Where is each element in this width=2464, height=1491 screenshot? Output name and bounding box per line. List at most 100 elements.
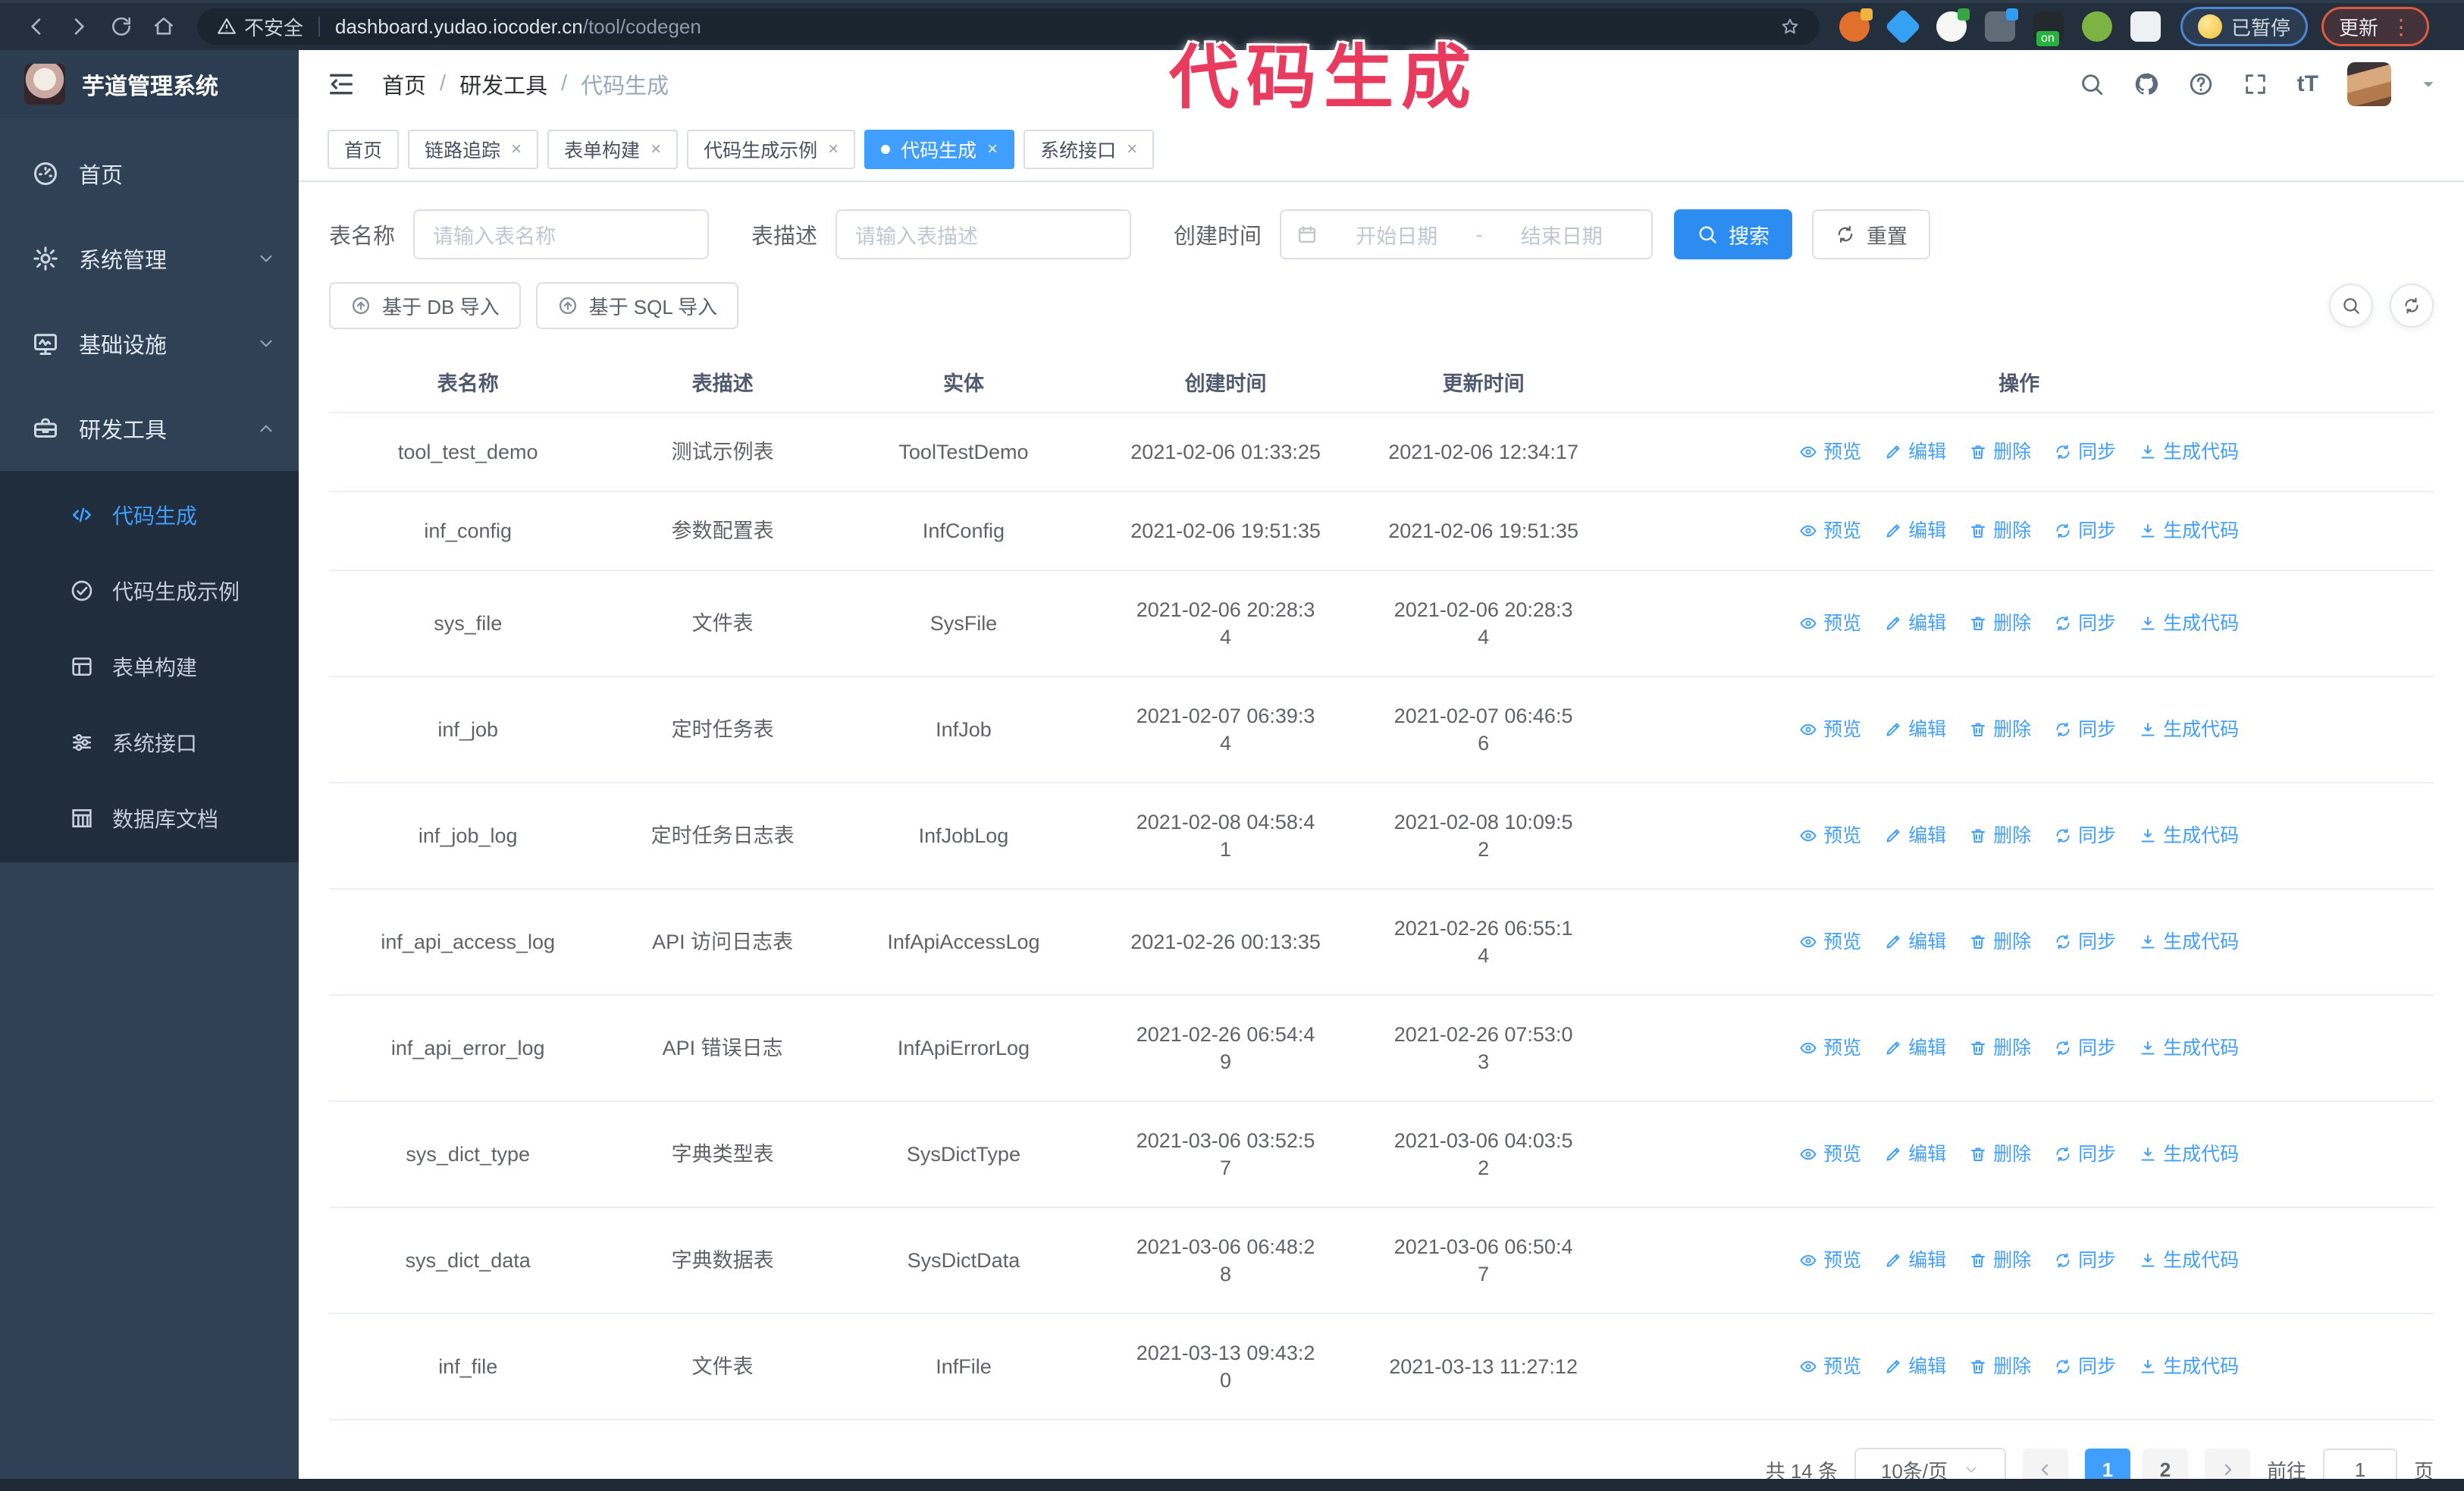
action-edit[interactable]: 编辑 (1884, 928, 1946, 956)
extension-orange-icon[interactable] (1839, 8, 1873, 42)
browser-back-icon[interactable] (15, 7, 58, 46)
submenu-item-codegen-example[interactable]: 代码生成示例 (0, 553, 299, 629)
action-preview[interactable]: 预览 (1799, 1353, 1861, 1380)
action-preview[interactable]: 预览 (1799, 1034, 1861, 1062)
tab-tracing[interactable]: 链路追踪 × (408, 129, 539, 169)
action-preview[interactable]: 预览 (1799, 928, 1861, 956)
action-preview[interactable]: 预览 (1799, 438, 1861, 466)
action-delete[interactable]: 删除 (1969, 822, 2031, 849)
submenu-item-db-doc[interactable]: 数据库文档 (0, 780, 299, 856)
tab-home[interactable]: 首页 (328, 129, 400, 169)
extension-gem-icon[interactable] (1884, 8, 1922, 46)
sidebar-item-infra[interactable]: 基础设施 (0, 301, 299, 386)
extension-robot-icon[interactable] (2082, 11, 2112, 42)
table-desc-input[interactable]: 请输入表描述 (835, 209, 1132, 259)
action-sync[interactable]: 同步 (2054, 610, 2116, 637)
help-icon[interactable] (2188, 71, 2214, 97)
action-sync[interactable]: 同步 (2054, 1353, 2116, 1380)
action-delete[interactable]: 删除 (1969, 438, 2031, 466)
action-delete[interactable]: 删除 (1969, 928, 2031, 956)
action-generate[interactable]: 生成代码 (2139, 1353, 2239, 1380)
action-edit[interactable]: 编辑 (1884, 1353, 1946, 1380)
import-db-button[interactable]: 基于 DB 导入 (329, 282, 521, 329)
refresh-table-button[interactable] (2390, 284, 2434, 328)
action-generate[interactable]: 生成代码 (2139, 1034, 2239, 1062)
close-icon[interactable]: × (987, 139, 998, 160)
action-preview[interactable]: 预览 (1799, 1141, 1861, 1168)
tab-codegen-example[interactable]: 代码生成示例 × (687, 129, 856, 169)
tab-system-api[interactable]: 系统接口 × (1024, 129, 1155, 169)
submenu-item-codegen[interactable]: 代码生成 (0, 477, 299, 553)
action-delete[interactable]: 删除 (1969, 1141, 2031, 1168)
action-delete[interactable]: 删除 (1969, 716, 2031, 743)
reset-button[interactable]: 重置 (1812, 209, 1931, 259)
action-delete[interactable]: 删除 (1969, 1353, 2031, 1380)
sidebar-item-home[interactable]: 首页 (0, 131, 299, 216)
browser-forward-icon[interactable] (58, 7, 100, 46)
action-generate[interactable]: 生成代码 (2139, 610, 2239, 637)
chevron-down-icon[interactable] (2420, 76, 2437, 93)
bookmark-star-icon[interactable] (1780, 17, 1800, 36)
extension-puzzle-icon[interactable] (2130, 11, 2161, 42)
browser-menu-icon[interactable]: ⋮ (2390, 14, 2412, 39)
action-edit[interactable]: 编辑 (1884, 1141, 1946, 1168)
toggle-search-button[interactable] (2329, 284, 2373, 328)
action-generate[interactable]: 生成代码 (2139, 928, 2239, 956)
date-range-input[interactable]: 开始日期 - 结束日期 (1280, 209, 1654, 259)
action-edit[interactable]: 编辑 (1884, 1034, 1946, 1062)
browser-update-button[interactable]: 更新 ⋮ (2321, 7, 2430, 46)
action-generate[interactable]: 生成代码 (2139, 438, 2239, 466)
action-delete[interactable]: 删除 (1969, 517, 2031, 545)
action-edit[interactable]: 编辑 (1884, 438, 1946, 466)
paused-badge[interactable]: 已暂停 (2180, 7, 2309, 46)
action-preview[interactable]: 预览 (1799, 517, 1861, 545)
action-sync[interactable]: 同步 (2054, 1141, 2116, 1168)
action-sync[interactable]: 同步 (2054, 517, 2116, 545)
sidebar-toggle-icon[interactable] (326, 69, 356, 99)
action-generate[interactable]: 生成代码 (2139, 1247, 2239, 1274)
fullscreen-icon[interactable] (2243, 71, 2268, 97)
action-preview[interactable]: 预览 (1799, 610, 1861, 637)
action-sync[interactable]: 同步 (2054, 716, 2116, 743)
tab-codegen[interactable]: 代码生成 × (864, 129, 1015, 169)
app-logo[interactable]: 芋道管理系统 (0, 50, 299, 118)
action-preview[interactable]: 预览 (1799, 822, 1861, 849)
close-icon[interactable]: × (828, 139, 839, 160)
sidebar-item-system[interactable]: 系统管理 (0, 216, 299, 301)
table-name-input[interactable]: 请输入表名称 (413, 209, 710, 259)
avatar[interactable] (2347, 61, 2391, 106)
search-icon[interactable] (2079, 71, 2105, 97)
action-sync[interactable]: 同步 (2054, 1034, 2116, 1062)
submenu-item-system-api[interactable]: 系统接口 (0, 705, 299, 780)
action-delete[interactable]: 删除 (1969, 610, 2031, 637)
action-edit[interactable]: 编辑 (1884, 610, 1946, 637)
tab-form-builder[interactable]: 表单构建 × (547, 129, 679, 169)
action-sync[interactable]: 同步 (2054, 822, 2116, 849)
extension-check-icon[interactable] (1936, 8, 1970, 42)
action-delete[interactable]: 删除 (1969, 1247, 2031, 1274)
action-generate[interactable]: 生成代码 (2139, 716, 2239, 743)
action-delete[interactable]: 删除 (1969, 1034, 2031, 1062)
breadcrumb-item[interactable]: 研发工具 (459, 68, 547, 100)
action-edit[interactable]: 编辑 (1884, 517, 1946, 545)
search-button[interactable]: 搜索 (1674, 209, 1793, 259)
action-preview[interactable]: 预览 (1799, 1247, 1861, 1274)
action-sync[interactable]: 同步 (2054, 438, 2116, 466)
action-generate[interactable]: 生成代码 (2139, 822, 2239, 849)
close-icon[interactable]: × (511, 139, 522, 160)
action-sync[interactable]: 同步 (2054, 1247, 2116, 1274)
browser-home-icon[interactable] (143, 7, 185, 46)
action-edit[interactable]: 编辑 (1884, 1247, 1946, 1274)
close-icon[interactable]: × (650, 139, 661, 160)
browser-reload-icon[interactable] (100, 7, 143, 46)
action-preview[interactable]: 预览 (1799, 716, 1861, 743)
extension-grid-icon[interactable] (1985, 8, 2018, 42)
action-generate[interactable]: 生成代码 (2139, 517, 2239, 545)
action-generate[interactable]: 生成代码 (2139, 1141, 2239, 1168)
close-icon[interactable]: × (1127, 139, 1137, 160)
import-sql-button[interactable]: 基于 SQL 导入 (535, 282, 739, 329)
action-sync[interactable]: 同步 (2054, 928, 2116, 956)
action-edit[interactable]: 编辑 (1884, 822, 1946, 849)
address-bar[interactable]: 不安全 dashboard.yudao.iocoder.cn /tool/cod… (197, 8, 1820, 45)
breadcrumb-item[interactable]: 首页 (382, 68, 426, 100)
